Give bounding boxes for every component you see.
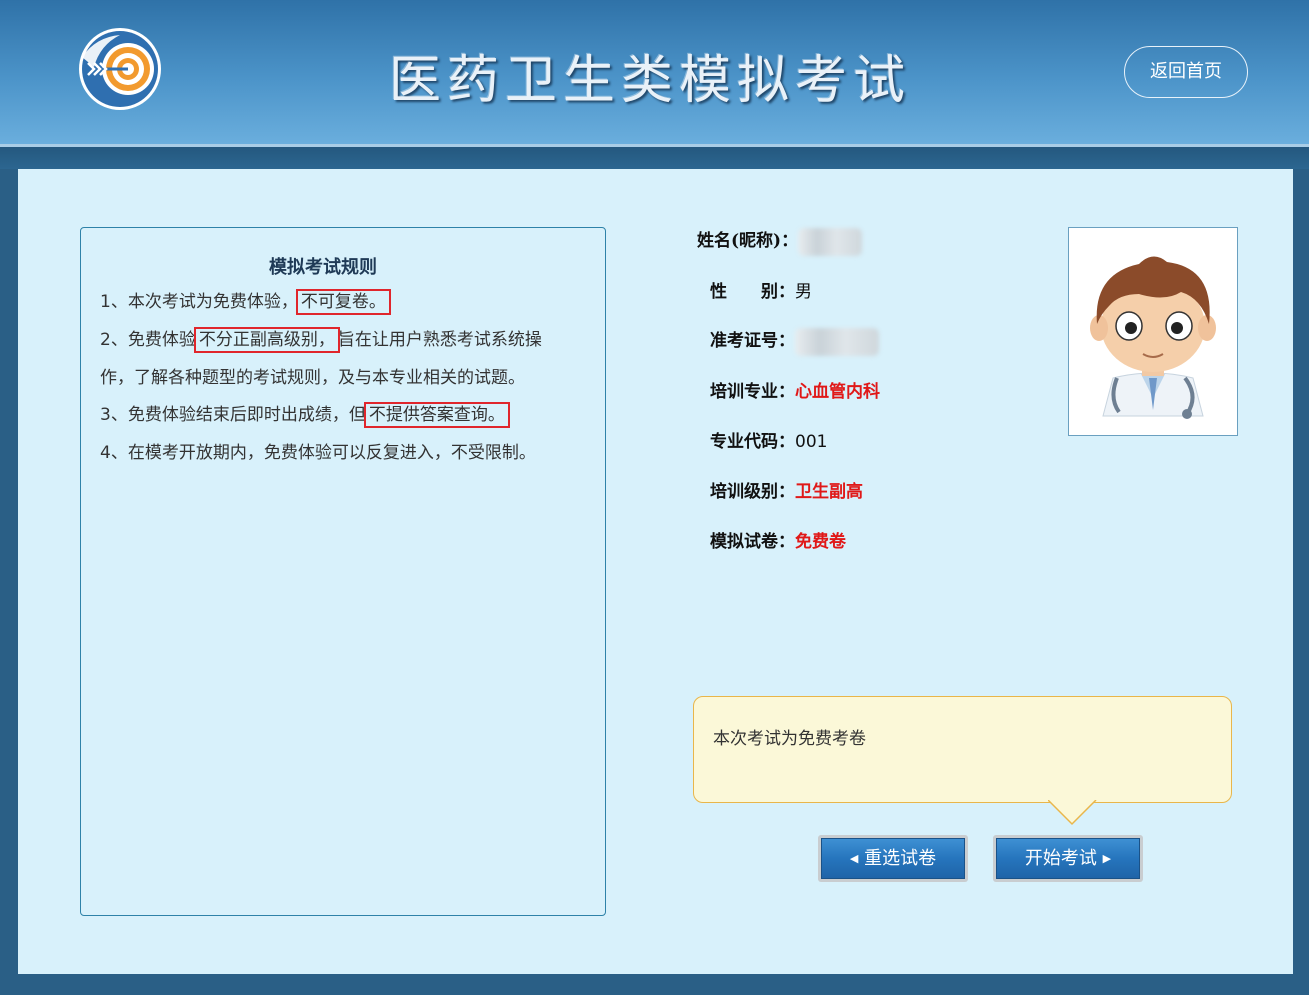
start-exam-button-face[interactable]: 开始考试 ▶ — [996, 838, 1140, 879]
paper-value: 免费卷 — [795, 532, 846, 552]
chevron-left-icon: ◀ — [849, 852, 859, 865]
main-panel: 模拟考试规则 1、本次考试为免费体验， 不可复卷。 2、免费体验 不分正副高级别，旨… — [18, 169, 1293, 974]
level-row: 培训级别：卫生副高 — [710, 477, 863, 502]
doctor-avatar-icon — [1090, 256, 1216, 419]
ticket-value-redacted — [795, 327, 879, 356]
page-title: 医药卫生类模拟考试 — [388, 51, 911, 111]
notice-box: 本次考试为免费考卷 — [693, 696, 1232, 803]
major-value: 心血管内科 — [795, 382, 880, 402]
rule-text: 1、本次考试为免费体验， — [100, 292, 298, 312]
rule-item-3: 3、免费体验结束后即时出成绩，但 不提供答案查询。 — [100, 402, 510, 428]
rule-highlight: 不分正副高级别， — [193, 327, 340, 353]
rule-text: 3、免费体验结束后即时出成绩，但 — [100, 405, 366, 425]
chevron-right-icon: ▶ — [1102, 852, 1112, 865]
paper-row: 模拟试卷：免费卷 — [710, 527, 846, 552]
rule-text: 作，了解各种题型的考试规则，及与本专业相关的试题。 — [100, 368, 525, 388]
logo-icon — [79, 28, 161, 110]
name-value-redacted — [798, 227, 863, 256]
rules-title: 模拟考试规则 — [269, 257, 377, 278]
gender-row: 性 别：男 — [710, 277, 812, 302]
rule-item-2-cont: 作，了解各种题型的考试规则，及与本专业相关的试题。 — [100, 367, 525, 389]
level-label: 培训级别： — [710, 482, 795, 502]
code-row: 专业代码：001 — [710, 427, 827, 452]
notice-text: 本次考试为免费考卷 — [713, 729, 866, 749]
name-label: 姓名(昵称)： — [697, 231, 799, 251]
start-label: 开始考试 — [1024, 848, 1097, 869]
major-label: 培训专业： — [710, 382, 795, 402]
paper-label: 模拟试卷： — [710, 532, 795, 552]
rules-box: 模拟考试规则 1、本次考试为免费体验， 不可复卷。 2、免费体验 不分正副高级别，旨… — [80, 227, 606, 916]
rule-text: 2、免费体验 — [100, 330, 196, 350]
rule-text: 4、在模考开放期内，免费体验可以反复进入，不受限制。 — [100, 443, 536, 463]
reselect-paper-button[interactable]: ◀ 重选试卷 — [818, 835, 968, 882]
gender-label: 性 别： — [710, 282, 795, 302]
reselect-label: 重选试卷 — [864, 848, 937, 869]
home-button[interactable]: 返回首页 — [1124, 46, 1248, 98]
header-band — [0, 147, 1309, 169]
avatar — [1068, 227, 1238, 436]
rule-item-1: 1、本次考试为免费体验， 不可复卷。 — [100, 289, 391, 315]
header: 医药卫生类模拟考试 返回首页 — [0, 0, 1309, 147]
rule-text: 旨在让用户熟悉考试系统操 — [337, 330, 542, 350]
ticket-row: 准考证号： — [710, 326, 879, 356]
major-row: 培训专业：心血管内科 — [710, 377, 880, 402]
level-value: 卫生副高 — [795, 482, 863, 502]
code-value: 001 — [795, 432, 828, 452]
start-exam-button[interactable]: 开始考试 ▶ — [993, 835, 1143, 882]
rule-highlight: 不提供答案查询。 — [363, 402, 510, 428]
name-row: 姓名(昵称)： — [697, 226, 863, 256]
rule-item-4: 4、在模考开放期内，免费体验可以反复进入，不受限制。 — [100, 442, 536, 464]
reselect-paper-button-face[interactable]: ◀ 重选试卷 — [821, 838, 965, 879]
rule-item-2: 2、免费体验 不分正副高级别， 旨在让用户熟悉考试系统操 — [100, 327, 542, 353]
code-label: 专业代码： — [710, 432, 795, 452]
rule-highlight: 不可复卷。 — [295, 289, 391, 315]
notice-tail-icon — [1048, 800, 1097, 826]
ticket-label: 准考证号： — [710, 331, 795, 351]
gender-value: 男 — [795, 282, 812, 302]
